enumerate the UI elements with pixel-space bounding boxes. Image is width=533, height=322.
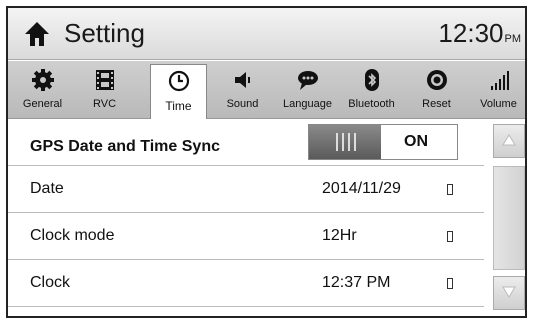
date-label: Date (30, 180, 64, 197)
gear-icon (31, 69, 54, 91)
speaker-icon (234, 72, 250, 88)
date-value: 2014/11/29 (322, 180, 401, 197)
clock-ampm: PM (504, 33, 522, 45)
gps-sync-label: GPS Date and Time Sync (30, 138, 220, 155)
tab-label: Language (283, 98, 332, 110)
tab-bluetooth[interactable]: Bluetooth (343, 64, 400, 115)
status-clock: 12:30PM (438, 18, 521, 49)
gps-sync-row: GPS Date and Time Sync ON (8, 120, 484, 166)
date-row[interactable]: Date 2014/11/29 (8, 167, 484, 213)
edit-marker-icon (447, 184, 453, 195)
film-icon (95, 70, 114, 90)
scroll-up-button[interactable] (493, 124, 525, 158)
clock-mode-value: 12Hr (322, 227, 357, 244)
tab-label: General (22, 98, 63, 110)
tab-language[interactable]: Language (279, 64, 336, 115)
tab-volume[interactable]: Volume (470, 64, 525, 115)
settings-list: GPS Date and Time Sync ON Date 2014/11/2… (8, 120, 484, 316)
settings-tab-bar: General RVC Time Sound Language Bluetoot… (8, 61, 525, 119)
scroll-track[interactable] (493, 166, 525, 270)
clock-time: 12:30 (438, 18, 504, 48)
clock-row[interactable]: Clock 12:37 PM (8, 261, 484, 307)
clock-mode-label: Clock mode (30, 227, 115, 244)
edit-marker-icon (447, 278, 453, 289)
tab-general[interactable]: General (14, 64, 71, 115)
tab-time[interactable]: Time (150, 64, 207, 119)
speech-bubble-icon (297, 71, 318, 90)
tab-sound[interactable]: Sound (214, 64, 271, 115)
tab-rvc[interactable]: RVC (76, 64, 133, 115)
bluetooth-icon (364, 69, 379, 91)
clock-icon (168, 70, 189, 92)
tab-label: Reset (422, 98, 451, 110)
page-title: Setting (64, 18, 145, 48)
reset-icon (426, 70, 447, 90)
arrow-up-icon (502, 134, 516, 146)
clock-label: Clock (30, 274, 71, 291)
grip-lines-icon (336, 133, 356, 151)
tab-label: Time (165, 99, 192, 113)
header-bar: Setting 12:30PM (8, 8, 525, 60)
tab-label: Bluetooth (348, 98, 395, 110)
tab-label: Volume (480, 98, 517, 110)
tab-reset[interactable]: Reset (408, 64, 465, 115)
tab-label: RVC (92, 98, 117, 110)
gps-sync-toggle[interactable]: ON (308, 124, 458, 160)
clock-mode-row[interactable]: Clock mode 12Hr (8, 214, 484, 260)
clock-value: 12:37 PM (322, 274, 391, 291)
scrollbar[interactable] (493, 120, 525, 316)
edit-marker-icon (447, 231, 453, 242)
arrow-down-icon (502, 286, 516, 298)
home-icon[interactable] (22, 19, 52, 49)
toggle-knob[interactable] (309, 125, 381, 159)
scroll-down-button[interactable] (493, 276, 525, 310)
tab-label: Sound (226, 98, 259, 110)
volume-bars-icon (490, 71, 509, 90)
settings-screen: Setting 12:30PM General RVC Time Sound L… (6, 6, 527, 318)
toggle-state: ON (404, 133, 428, 150)
